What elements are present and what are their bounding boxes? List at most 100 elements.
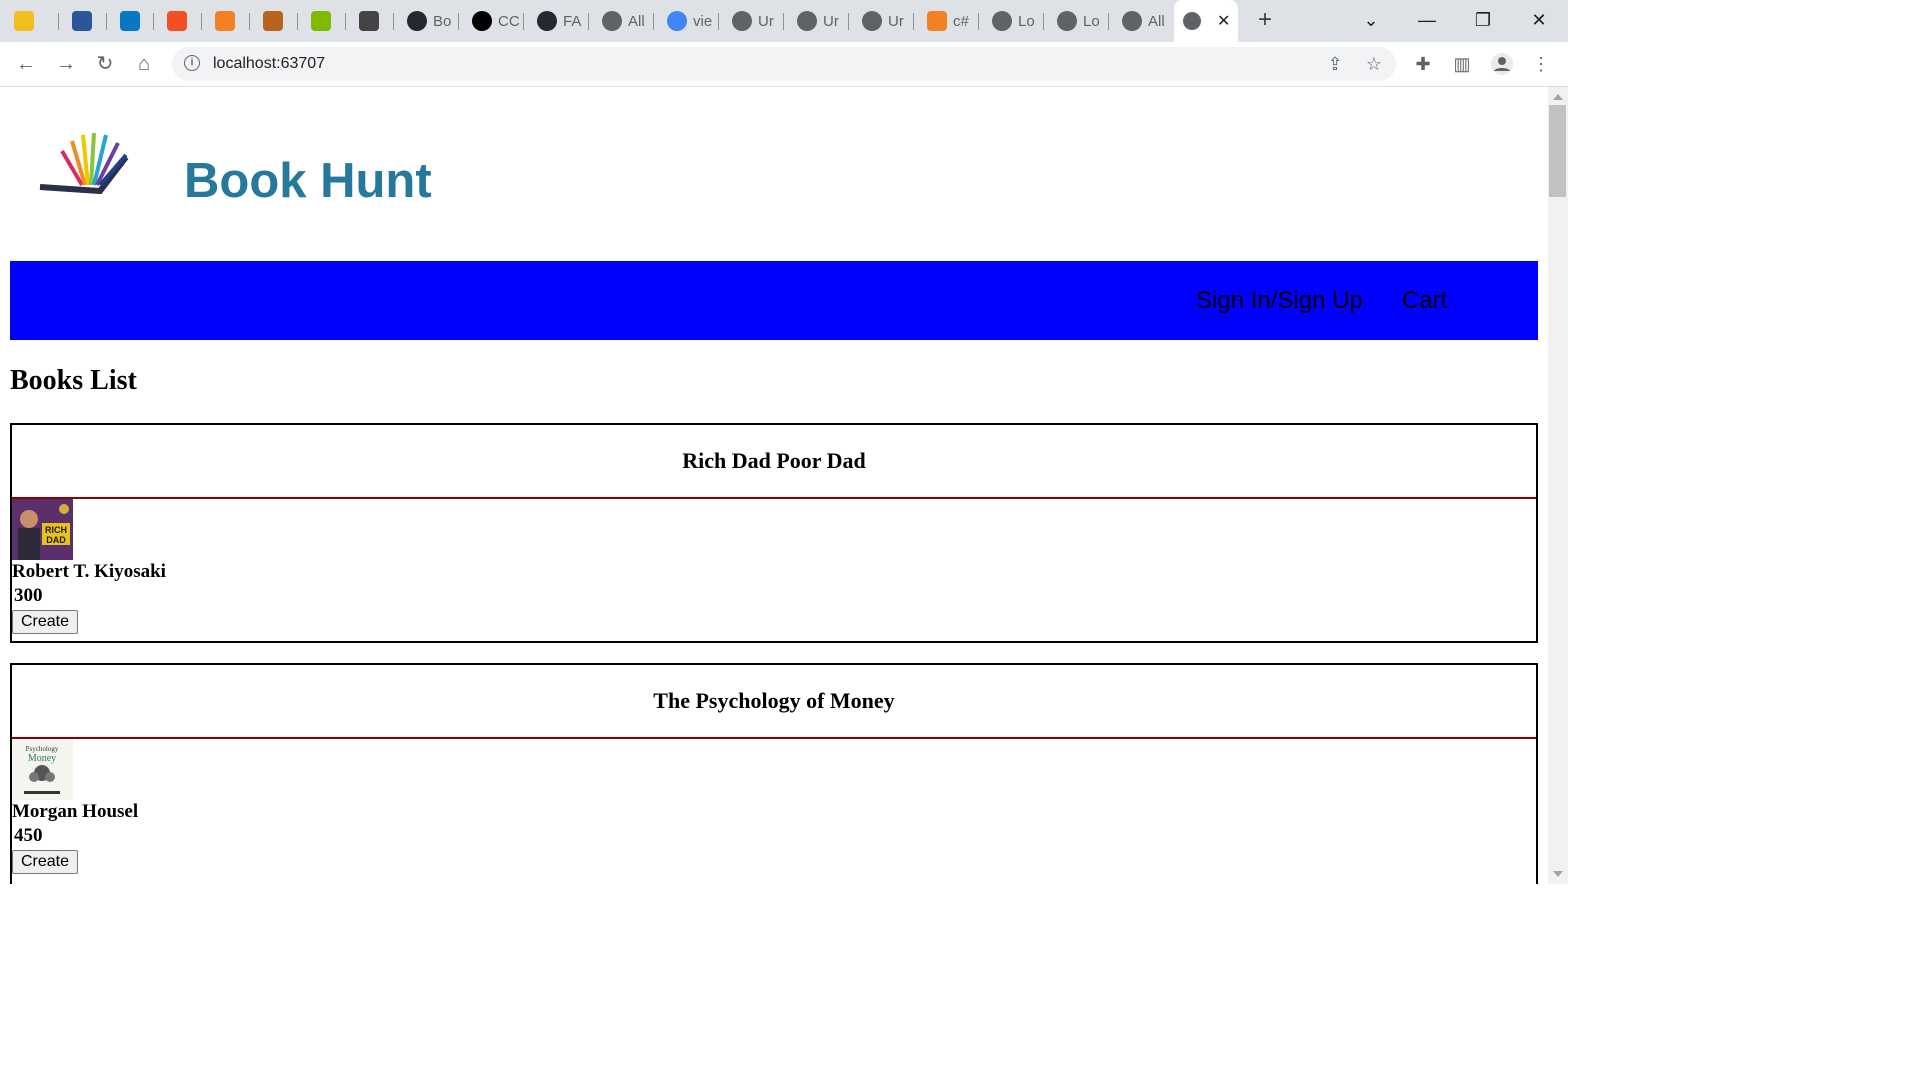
globe-icon [602, 11, 622, 31]
book-logo-icon [39, 132, 129, 195]
browser-tab-label: Ur [758, 12, 774, 30]
book-title: Rich Dad Poor Dad [12, 425, 1536, 499]
browser-tab-label: vie [693, 12, 713, 30]
book-title: The Psychology of Money [12, 665, 1536, 739]
minimize-icon[interactable]: — [1404, 6, 1450, 34]
book-author: Morgan Housel [12, 801, 139, 822]
browser-tab[interactable]: Lo [978, 5, 1043, 37]
browser-tab[interactable] [345, 5, 393, 37]
tab-search-icon[interactable]: ⌄ [1348, 6, 1394, 34]
browser-tab[interactable]: Lo [1043, 5, 1108, 37]
book-price: 450 [14, 825, 43, 846]
browser-tab-label: Bo [433, 12, 452, 30]
browser-tab-label: CC [498, 12, 520, 30]
menu-kebab-icon[interactable]: ⋮ [1529, 52, 1553, 76]
browser-tab[interactable] [153, 5, 201, 37]
google-icon [667, 11, 687, 31]
new-tab-button[interactable]: + [1252, 8, 1278, 34]
browser-tab[interactable] [297, 5, 345, 37]
browser-tab[interactable]: All [588, 5, 653, 37]
svg-text:Psychology: Psychology [26, 745, 59, 753]
book-card: Rich Dad Poor Dad RICH DAD Robert T. Kiy… [10, 423, 1538, 643]
browser-tab[interactable]: Ur [718, 5, 783, 37]
globe-icon [1183, 12, 1201, 30]
scroll-down-arrow-icon[interactable] [1553, 871, 1563, 877]
browser-tab[interactable]: c# [913, 5, 978, 37]
cart-link[interactable]: Cart [1402, 287, 1447, 315]
browser-tab-active[interactable]: ✕ [1174, 0, 1238, 42]
browser-tab[interactable]: Ur [848, 5, 913, 37]
arc-icon [359, 11, 379, 31]
extensions-icon[interactable]: ✚ [1411, 52, 1435, 76]
book-cover-image: Psychology Money [12, 739, 73, 800]
browser-tab[interactable]: CC [458, 5, 523, 37]
browser-tab[interactable]: Ur [783, 5, 848, 37]
browser-tab[interactable]: FA [523, 5, 588, 37]
amazon-icon [472, 11, 492, 31]
scrollbar-thumb[interactable] [1549, 105, 1566, 197]
close-tab-icon[interactable]: ✕ [1217, 11, 1230, 31]
books-list-heading: Books List [10, 365, 137, 396]
video-icon [120, 11, 140, 31]
cover-title-text: RICH [45, 525, 67, 535]
globe-icon [1057, 11, 1077, 31]
browser-tab-label: Lo [1018, 12, 1035, 30]
globe-icon [732, 11, 752, 31]
browser-tab-label: Ur [888, 12, 904, 30]
browser-tab-label: FA [563, 12, 582, 30]
reload-icon[interactable]: ↻ [91, 50, 119, 78]
microsoft-icon [167, 11, 187, 31]
address-bar[interactable]: i localhost:63707 ⇪ ☆ [172, 47, 1396, 81]
browser-toolbar: ← → ↻ ⌂ i localhost:63707 ⇪ ☆ ✚ ▥ ⋮ [0, 42, 1568, 87]
site-info-icon[interactable]: i [184, 55, 200, 71]
svg-text:DAD: DAD [46, 535, 66, 545]
globe-icon [862, 11, 882, 31]
page-viewport: Book Hunt Sign In/Sign Up Cart Books Lis… [0, 87, 1548, 884]
browser-tab[interactable] [249, 5, 297, 37]
book-cover-image: RICH DAD [12, 499, 73, 560]
globe-icon [1122, 11, 1142, 31]
browser-tab[interactable] [58, 5, 106, 37]
signin-link[interactable]: Sign In/Sign Up [1196, 287, 1363, 315]
book-card: The Psychology of Money Psychology Money… [10, 663, 1538, 884]
profile-avatar-icon[interactable] [1490, 52, 1514, 76]
word-icon [72, 11, 92, 31]
share-icon[interactable]: ⇪ [1324, 53, 1346, 75]
globe-icon [992, 11, 1012, 31]
globe-icon [797, 11, 817, 31]
create-button[interactable]: Create [12, 850, 79, 874]
browser-tab[interactable]: Bo [393, 5, 458, 37]
browser-tab[interactable] [106, 5, 153, 37]
svg-text:Money: Money [28, 753, 56, 764]
browser-tab-label: Ur [823, 12, 839, 30]
page-scrollbar[interactable] [1548, 87, 1568, 884]
browser-tab[interactable]: vie [653, 5, 718, 37]
browser-tab-label: All [1148, 12, 1165, 30]
browser-tab[interactable]: All [1108, 5, 1174, 37]
browser-tabstrip: + ⌄ — ❐ ✕ Bo CC FA All vie Ur Ur Ur c# Lo Lo All ✕ [0, 0, 1568, 42]
forward-icon[interactable]: → [52, 50, 80, 78]
scroll-up-arrow-icon[interactable] [1553, 94, 1563, 100]
close-window-icon[interactable]: ✕ [1516, 6, 1562, 34]
stackoverflow-icon [927, 11, 947, 31]
create-button[interactable]: Create [12, 610, 79, 634]
microsoft-icon [311, 11, 331, 31]
github-icon [537, 11, 557, 31]
bookmark-star-icon[interactable]: ☆ [1363, 53, 1385, 75]
book-author: Robert T. Kiyosaki [12, 561, 166, 582]
browser-tab[interactable] [0, 5, 58, 37]
browser-tab-label: All [628, 12, 645, 30]
folder-icon [14, 11, 34, 31]
home-icon[interactable]: ⌂ [130, 50, 158, 78]
restore-icon[interactable]: ❐ [1460, 6, 1506, 34]
book-price: 300 [14, 585, 43, 606]
url-text[interactable]: localhost:63707 [213, 55, 325, 73]
app-icon [263, 11, 283, 31]
stackoverflow-icon [215, 11, 235, 31]
browser-tab-label: c# [953, 12, 969, 30]
back-icon[interactable]: ← [12, 50, 40, 78]
side-panel-icon[interactable]: ▥ [1450, 52, 1474, 76]
browser-tab[interactable] [201, 5, 249, 37]
site-title: Book Hunt [184, 154, 432, 208]
main-navbar: Sign In/Sign Up Cart [10, 261, 1538, 340]
